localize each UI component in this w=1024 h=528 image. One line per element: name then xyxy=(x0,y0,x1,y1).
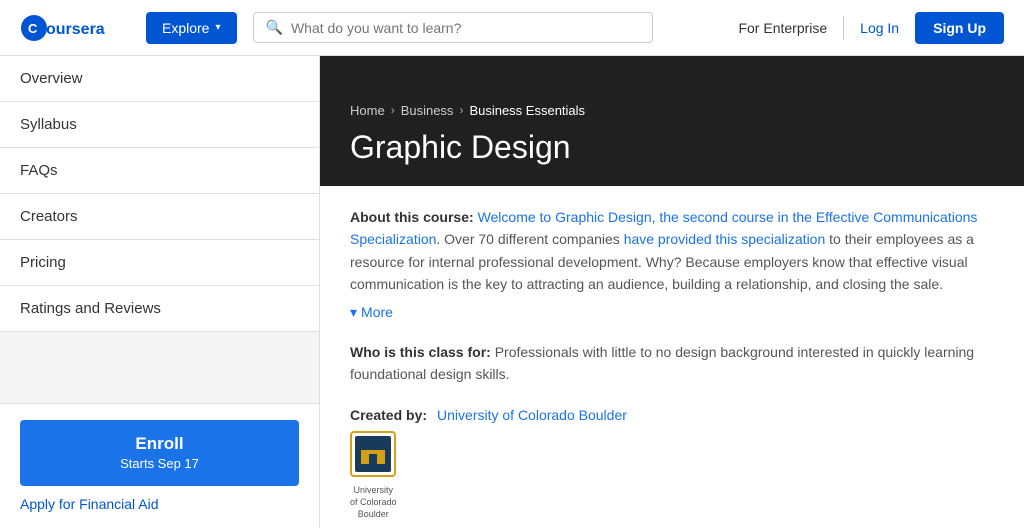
enroll-button[interactable]: Enroll Starts Sep 17 xyxy=(20,420,299,486)
search-container: 🔍 xyxy=(253,12,653,43)
header-divider xyxy=(843,16,844,40)
enroll-label: Enroll xyxy=(34,434,285,454)
sidebar-item-creators[interactable]: Creators xyxy=(0,194,319,240)
about-label: About this course: xyxy=(350,209,474,225)
university-logo-block: University of Colorado Boulder xyxy=(350,431,397,520)
login-button[interactable]: Log In xyxy=(860,20,899,36)
course-title: Graphic Design xyxy=(350,128,994,166)
hero-banner: Home › Business › Business Essentials Gr… xyxy=(320,56,1024,186)
sidebar-nav: Overview Syllabus FAQs Creators Pricing … xyxy=(0,56,319,403)
header-right: For Enterprise Log In Sign Up xyxy=(738,12,1004,44)
who-section: Who is this class for: Professionals wit… xyxy=(350,341,994,386)
who-label: Who is this class for: xyxy=(350,344,491,360)
coursera-logo-svg: C oursera xyxy=(20,14,130,42)
explore-label: Explore xyxy=(162,20,209,36)
sidebar-item-faqs[interactable]: FAQs xyxy=(0,148,319,194)
logo: C oursera xyxy=(20,14,130,42)
svg-text:C: C xyxy=(28,21,38,36)
for-enterprise-link[interactable]: For Enterprise xyxy=(738,20,827,36)
sidebar: Overview Syllabus FAQs Creators Pricing … xyxy=(0,56,320,528)
enroll-section: Enroll Starts Sep 17 Apply for Financial… xyxy=(0,403,319,528)
about-text-highlight: Welcome to Graphic Design, the second co… xyxy=(478,209,816,225)
enroll-date: Starts Sep 17 xyxy=(34,456,285,472)
sidebar-item-pricing[interactable]: Pricing xyxy=(0,240,319,286)
chevron-down-icon: ▾ xyxy=(350,304,357,321)
search-input[interactable] xyxy=(291,20,640,36)
signup-button[interactable]: Sign Up xyxy=(915,12,1004,44)
search-icon: 🔍 xyxy=(266,19,283,36)
university-logo-text: University of Colorado Boulder xyxy=(350,485,397,520)
svg-text:oursera: oursera xyxy=(46,21,105,38)
created-row: Created by: University of Colorado Bould… xyxy=(350,405,627,520)
sidebar-item-ratings[interactable]: Ratings and Reviews xyxy=(0,286,319,332)
header: C oursera Explore ▾ 🔍 For Enterprise Log… xyxy=(0,0,1024,56)
more-label: More xyxy=(361,304,393,320)
created-label: Created by: xyxy=(350,405,427,423)
cu-boulder-icon xyxy=(359,440,387,468)
about-section: About this course: Welcome to Graphic De… xyxy=(350,206,994,321)
financial-aid-link[interactable]: Apply for Financial Aid xyxy=(20,496,299,512)
about-paragraph: About this course: Welcome to Graphic De… xyxy=(350,206,994,296)
breadcrumb-sep-2: › xyxy=(459,103,463,117)
chevron-down-icon: ▾ xyxy=(215,22,220,33)
breadcrumb-sep-1: › xyxy=(391,103,395,117)
explore-button[interactable]: Explore ▾ xyxy=(146,12,237,44)
breadcrumb: Home › Business › Business Essentials xyxy=(350,103,994,118)
who-paragraph: Who is this class for: Professionals wit… xyxy=(350,341,994,386)
created-university-link[interactable]: University of Colorado Boulder xyxy=(437,407,627,423)
about-text-1: . Over 70 different companies xyxy=(436,231,623,247)
about-text-2: have provided this specialization xyxy=(624,231,826,247)
breadcrumb-business[interactable]: Business xyxy=(401,103,454,118)
created-section: Created by: University of Colorado Bould… xyxy=(350,405,994,520)
content-area: Home › Business › Business Essentials Gr… xyxy=(320,56,1024,528)
main-layout: Overview Syllabus FAQs Creators Pricing … xyxy=(0,56,1024,528)
sidebar-item-syllabus[interactable]: Syllabus xyxy=(0,102,319,148)
university-logo xyxy=(350,431,396,477)
breadcrumb-current: Business Essentials xyxy=(469,103,585,118)
sidebar-item-overview[interactable]: Overview xyxy=(0,56,319,102)
university-logo-inner xyxy=(355,436,391,472)
created-row-inline: Created by: University of Colorado Bould… xyxy=(350,405,627,423)
course-body: About this course: Welcome to Graphic De… xyxy=(320,186,1024,528)
breadcrumb-home[interactable]: Home xyxy=(350,103,385,118)
more-link[interactable]: ▾ More xyxy=(350,304,393,321)
